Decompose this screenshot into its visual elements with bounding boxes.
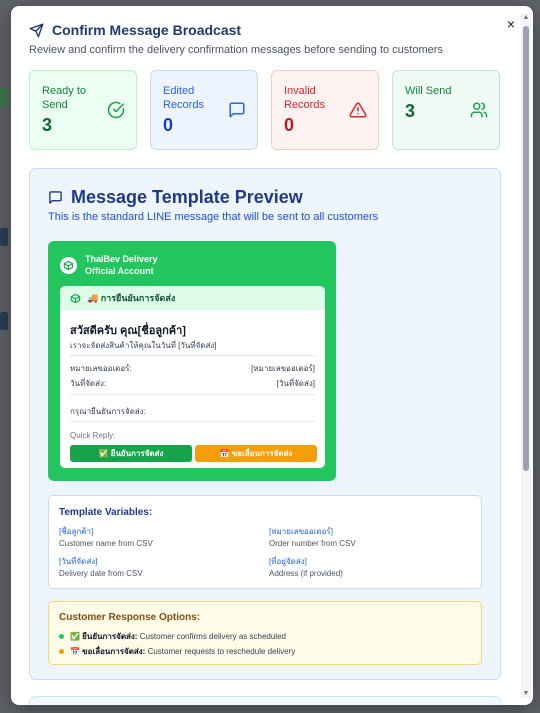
quick-reply-reschedule-button[interactable]: 📅 ขอเลื่อนการจัดส่ง [195, 445, 317, 462]
delivery-date-value: [วันที่จัดส่ง] [276, 379, 315, 388]
template-preview-panel: Message Template Preview This is the sta… [29, 168, 501, 680]
confirm-broadcast-dialog: Confirm Message Broadcast Review and con… [11, 6, 533, 705]
delivery-date-label: วันที่จัดส่ง: [70, 379, 107, 388]
variable-description: Customer name from CSV [59, 539, 153, 548]
line-account-type: Official Account [85, 266, 154, 276]
package-icon [70, 293, 81, 303]
close-button[interactable]: × [503, 16, 519, 32]
order-number-value: [หมายเลขออเดอร์] [251, 364, 315, 373]
order-number-label: หมายเลขออเดอร์: [70, 364, 132, 373]
template-preview-subtitle: This is the standard LINE message that w… [48, 211, 379, 223]
warning-triangle-icon [349, 102, 367, 118]
variable-description: Delivery date from CSV [59, 569, 143, 578]
variable-item: [ชื่อลูกค้า] Customer name from CSV [59, 526, 259, 550]
users-icon [470, 102, 488, 118]
stat-label: Will Send [405, 85, 452, 97]
response-option-description: Customer requests to reschedule delivery [147, 647, 296, 656]
order-number-row: หมายเลขออเดอร์: [หมายเลขออเดอร์] [70, 362, 315, 375]
variable-description: Address (if provided) [269, 569, 343, 578]
variable-description: Order number from CSV [269, 539, 356, 548]
stat-will-send: Will Send 3 [392, 70, 500, 150]
scrollbar-thumb[interactable] [523, 26, 529, 471]
scroll-down-arrow-icon[interactable]: ▼ [522, 690, 530, 698]
bubble-header: 🚚 การยืนยันการจัดส่ง [60, 286, 325, 310]
response-option-name: ✅ ยืนยันการจัดส่ง: [70, 632, 138, 641]
variable-key: [ชื่อลูกค้า] [59, 527, 94, 536]
send-icon [29, 23, 44, 37]
message-square-icon [229, 102, 245, 118]
variable-key: [วันที่จัดส่ง] [59, 557, 98, 566]
background-accent [0, 228, 8, 246]
green-dot-icon [59, 634, 64, 639]
package-icon [60, 256, 77, 274]
bubble-divider [70, 355, 315, 356]
message-square-icon [49, 191, 62, 204]
response-options-box: Customer Response Options: ✅ ยืนยันการจั… [48, 601, 482, 665]
line-account-header: ThaiBev Delivery Official Account [60, 253, 158, 277]
delivery-date-line: เราจะจัดส่งสินค้าให้คุณในวันที่ [วันที่จ… [70, 341, 217, 350]
template-variables-box: Template Variables: [ชื่อลูกค้า] Custome… [48, 495, 482, 589]
message-bubble: 🚚 การยืนยันการจัดส่ง สวัสดีครับ คุณ[ชื่อ… [60, 286, 325, 468]
greeting-line: สวัสดีครับ คุณ[ชื่อลูกค้า] [70, 325, 186, 337]
background-accent [0, 88, 8, 106]
stat-ready-to-send: Ready to Send 3 [29, 70, 137, 150]
response-options-title: Customer Response Options: [59, 612, 201, 623]
response-option-confirm: ✅ ยืนยันการจัดส่ง: Customer confirms del… [59, 630, 286, 643]
line-account-name: ThaiBev Delivery [85, 254, 158, 264]
stat-edited-records: Edited Records 0 [150, 70, 258, 150]
template-preview-header: Message Template Preview [48, 187, 303, 208]
bubble-divider [70, 394, 315, 395]
dialog-scrollbar[interactable]: ▲ ▼ [521, 14, 531, 698]
variable-key: [ที่อยู่จัดส่ง] [269, 557, 307, 566]
background-accent [0, 312, 8, 330]
quick-reply-confirm-button[interactable]: ✅ ยืนยันการจัดส่ง [70, 445, 192, 462]
quick-reply-label: Quick Reply: [70, 431, 116, 440]
response-option-reschedule: 📅 ขอเลื่อนการจัดส่ง: Customer requests t… [59, 645, 295, 658]
response-option-name: 📅 ขอเลื่อนการจัดส่ง: [70, 647, 146, 656]
response-option-description: Customer confirms delivery as scheduled [139, 632, 286, 641]
line-message-preview: ThaiBev Delivery Official Account 🚚 การย… [48, 241, 336, 481]
dialog-subtitle: Review and confirm the delivery confirma… [29, 44, 443, 56]
variable-item: [หมายเลขออเดอร์] Order number from CSV [269, 526, 469, 550]
stat-label: Edited Records [163, 85, 204, 111]
orange-dot-icon [59, 649, 64, 654]
dialog-title: Confirm Message Broadcast [52, 22, 242, 38]
bubble-header-text: 🚚 การยืนยันการจัดส่ง [87, 293, 176, 303]
scroll-up-arrow-icon[interactable]: ▲ [522, 14, 530, 22]
check-circle-icon [107, 101, 125, 119]
stat-label: Invalid Records [284, 85, 325, 111]
delivery-date-row: วันที่จัดส่ง: [วันที่จัดส่ง] [70, 377, 315, 390]
bubble-divider [70, 421, 315, 422]
dialog-header: Confirm Message Broadcast [29, 22, 241, 38]
template-variables-title: Template Variables: [59, 507, 153, 518]
template-preview-title: Message Template Preview [71, 187, 303, 207]
next-section-card [29, 696, 501, 705]
stat-invalid-records: Invalid Records 0 [271, 70, 379, 150]
stat-label: Ready to Send [42, 85, 87, 111]
confirm-prompt: กรุณายืนยันการจัดส่ง: [70, 407, 146, 416]
variable-key: [หมายเลขออเดอร์] [269, 527, 333, 536]
variable-item: [ที่อยู่จัดส่ง] Address (if provided) [269, 556, 469, 580]
summary-stats: Ready to Send 3 Edited Records 0 Invalid… [29, 70, 500, 150]
variable-item: [วันที่จัดส่ง] Delivery date from CSV [59, 556, 259, 580]
